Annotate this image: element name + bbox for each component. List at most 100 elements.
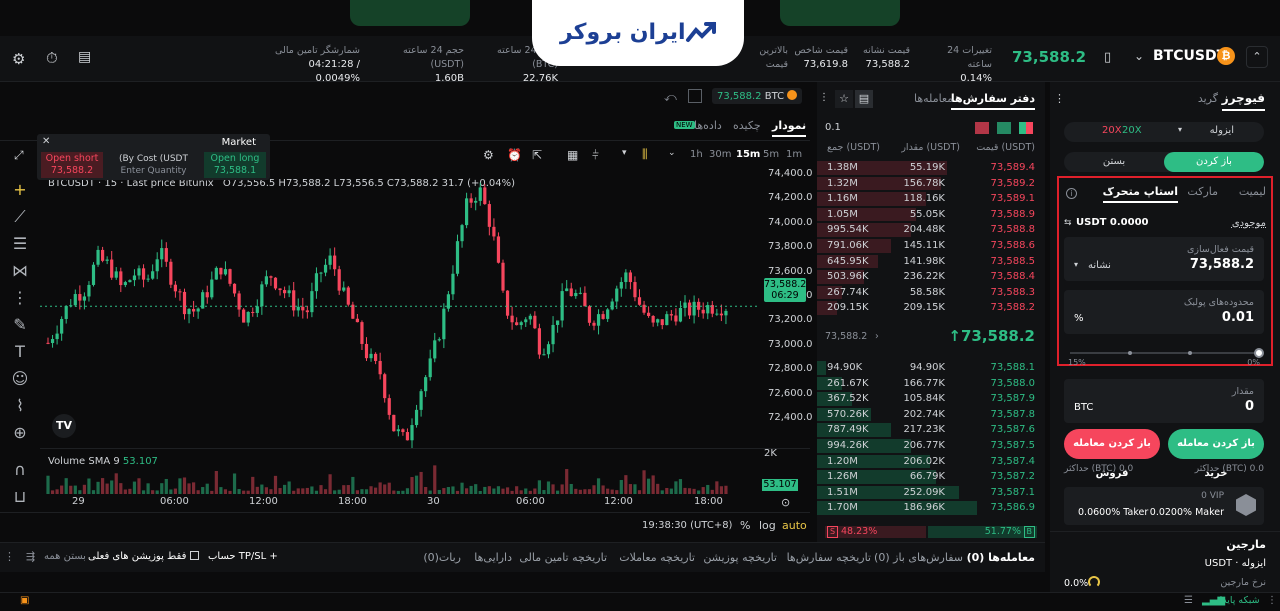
settings-icon[interactable]: ⚙: [12, 50, 25, 68]
close-all-button[interactable]: بستن همه: [44, 551, 86, 562]
order-type-trailing-stop[interactable]: استاپ متحرک: [1102, 185, 1178, 203]
leverage-short[interactable]: 20X: [1102, 125, 1122, 136]
alarm-icon[interactable]: ⏰: [507, 148, 522, 162]
close-icon[interactable]: ✕: [42, 136, 50, 147]
star-icon[interactable]: ☆: [835, 90, 853, 108]
ask-row[interactable]: 73,589.4 55.19K 1.38M: [817, 160, 1045, 176]
layout-icon[interactable]: ▦: [567, 148, 578, 162]
margin-mode[interactable]: ایزوله: [1210, 125, 1234, 136]
promo-pill-2[interactable]: [780, 0, 900, 26]
tab-data[interactable]: داده‌ها: [694, 119, 722, 132]
panel-menu-icon[interactable]: ⋮: [1054, 92, 1065, 105]
pattern-icon[interactable]: ⋈: [8, 257, 32, 284]
bid-row[interactable]: 73,587.6 217.23K 787.49K: [817, 422, 1045, 438]
open-tab[interactable]: باز کردن: [1164, 152, 1264, 172]
trailing-chevron-icon[interactable]: ▾: [1108, 185, 1112, 194]
activation-unit[interactable]: نشانه: [1088, 260, 1111, 271]
fullscreen-icon[interactable]: [688, 89, 702, 103]
ask-row[interactable]: 73,588.2 209.15K 209.15K: [817, 300, 1045, 316]
tab-position-history[interactable]: تاریخچه پوزیشن: [703, 551, 777, 564]
tab-bots[interactable]: ربات(0): [423, 551, 461, 564]
ask-row[interactable]: 73,588.3 58.58K 267.74K: [817, 285, 1045, 301]
ask-row[interactable]: 73,589.2 156.78K 1.32M: [817, 176, 1045, 192]
callback-rate-input[interactable]: محدوده‌های پولبک 0.01 %: [1064, 290, 1264, 334]
bids-view-icon[interactable]: [997, 122, 1011, 134]
order-type-limit[interactable]: لیمیت: [1239, 185, 1266, 198]
bid-row[interactable]: 73,587.2 66.79K 1.26M: [817, 469, 1045, 485]
time-axis[interactable]: 29 06:00 12:00 18:00 30 06:00 12:00 18:00: [40, 496, 760, 510]
reset-icon[interactable]: ⊙: [781, 496, 790, 509]
leverage-long[interactable]: 20X: [1122, 125, 1142, 136]
panel-drag-icon[interactable]: ⋮: [4, 550, 15, 563]
unit-chevron-icon[interactable]: ▾: [1074, 260, 1078, 269]
tpsl-button[interactable]: حساب TP/SL +: [208, 551, 278, 562]
ask-row[interactable]: 73,588.9 55.05K 1.05M: [817, 207, 1045, 223]
magnet-icon[interactable]: ∩: [8, 456, 32, 483]
both-view-icon[interactable]: [1019, 122, 1033, 134]
callback-slider[interactable]: [1070, 348, 1264, 358]
logo-panel[interactable]: ایران بروکر: [532, 0, 744, 66]
bid-row[interactable]: 73,587.9 105.84K 367.52K: [817, 391, 1045, 407]
brush-icon[interactable]: ✎: [8, 311, 32, 338]
asks-view-icon[interactable]: [975, 122, 989, 134]
bid-row[interactable]: 73,587.1 252.09K 1.51M: [817, 485, 1045, 501]
log-toggle[interactable]: log: [759, 519, 776, 532]
ask-row[interactable]: 73,588.5 141.98K 645.95K: [817, 254, 1045, 270]
current-only-checkbox[interactable]: فقط پوزیشن های فعلی: [88, 551, 199, 562]
interval-15m[interactable]: 15m: [736, 149, 760, 160]
bid-row[interactable]: 73,586.9 186.96K 1.70M: [817, 500, 1045, 516]
filter-icon[interactable]: ⇶: [26, 550, 35, 563]
bid-row[interactable]: 73,587.5 206.77K 994.26K: [817, 438, 1045, 454]
calculator-icon[interactable]: ▤: [78, 49, 91, 65]
chat-icon[interactable]: ▣: [20, 595, 29, 606]
undo-icon[interactable]: ⤺: [664, 90, 677, 105]
ask-row[interactable]: 73,589.1 118.16K 1.16M: [817, 191, 1045, 207]
timer-icon[interactable]: ⏱: [46, 49, 58, 67]
tab-trades[interactable]: معامله‌ها: [914, 92, 953, 105]
interval-1m[interactable]: 1m: [786, 149, 802, 160]
ask-row[interactable]: 73,588.4 236.22K 503.96K: [817, 269, 1045, 285]
interval-chevron-icon[interactable]: ⌄: [668, 148, 676, 158]
bid-row[interactable]: 73,588.0 166.77K 261.67K: [817, 376, 1045, 392]
ask-row[interactable]: 73,588.6 145.11K 791.06K: [817, 238, 1045, 254]
ask-row[interactable]: 73,588.8 204.48K 995.54K: [817, 222, 1045, 238]
info-icon[interactable]: i: [1066, 188, 1077, 199]
book-view-icon[interactable]: ▤: [855, 90, 873, 108]
horizontal-lines-icon[interactable]: ☰: [8, 230, 32, 257]
tab-positions[interactable]: معامله‌ها (0): [967, 551, 1035, 564]
tab-futures[interactable]: فیوچرز: [1221, 91, 1265, 111]
quantity-input[interactable]: مقدار 0 BTC: [1064, 379, 1264, 423]
crosshair-icon[interactable]: +: [8, 176, 32, 203]
collapse-book-icon[interactable]: ⋮: [819, 92, 829, 103]
tab-open-orders[interactable]: سفارش‌های باز (0): [874, 551, 963, 564]
margin-chevron-icon[interactable]: ▾: [1178, 125, 1182, 134]
text-icon[interactable]: T: [8, 338, 32, 365]
snapshot-icon[interactable]: ⇱: [532, 148, 542, 162]
expand-icon[interactable]: ⤢: [14, 148, 24, 163]
tab-trade-history[interactable]: تاریخچه معاملات: [619, 551, 695, 564]
candles-icon[interactable]: ⫼: [642, 147, 648, 162]
status-menu-icon[interactable]: ⋮: [1267, 595, 1277, 606]
interval-1h[interactable]: 1h: [690, 149, 703, 160]
interval-30m[interactable]: 30m: [709, 149, 731, 160]
clipboard-icon[interactable]: ▯: [1104, 50, 1111, 65]
percent-toggle[interactable]: %: [740, 519, 750, 532]
slider-handle[interactable]: [1254, 348, 1264, 358]
auto-toggle[interactable]: auto: [782, 519, 807, 532]
bid-row[interactable]: 73,587.8 202.74K 570.26K: [817, 407, 1045, 423]
emoji-icon[interactable]: ☺: [8, 365, 32, 392]
promo-pill[interactable]: [350, 0, 470, 26]
chart-settings-icon[interactable]: ⚙: [483, 148, 494, 162]
indicators-icon[interactable]: ⫩: [592, 148, 599, 163]
fee-tier-card[interactable]: 0 VIP 0.0200% Maker 0.0600% Taker: [1064, 487, 1264, 525]
open-buy-button[interactable]: باز کردن معامله خرید: [1168, 429, 1264, 479]
precision-select[interactable]: 0.1: [825, 122, 841, 133]
margin-leverage-selector[interactable]: ایزوله ▾ 20X 20X: [1064, 122, 1264, 142]
zoom-icon[interactable]: ⊕: [8, 419, 32, 446]
bid-row[interactable]: 73,587.4 206.02K 1.20M: [817, 454, 1045, 470]
tab-order-book[interactable]: دفتر سفارش‌ها: [950, 92, 1035, 110]
activation-price-input[interactable]: قیمت فعال‌سازی 73,588.2 نشانه ▾: [1064, 237, 1264, 281]
tradingview-logo[interactable]: TV: [52, 414, 76, 438]
collapse-up-icon[interactable]: ⌃: [1246, 46, 1268, 68]
fib-icon[interactable]: ⋮: [8, 284, 32, 311]
